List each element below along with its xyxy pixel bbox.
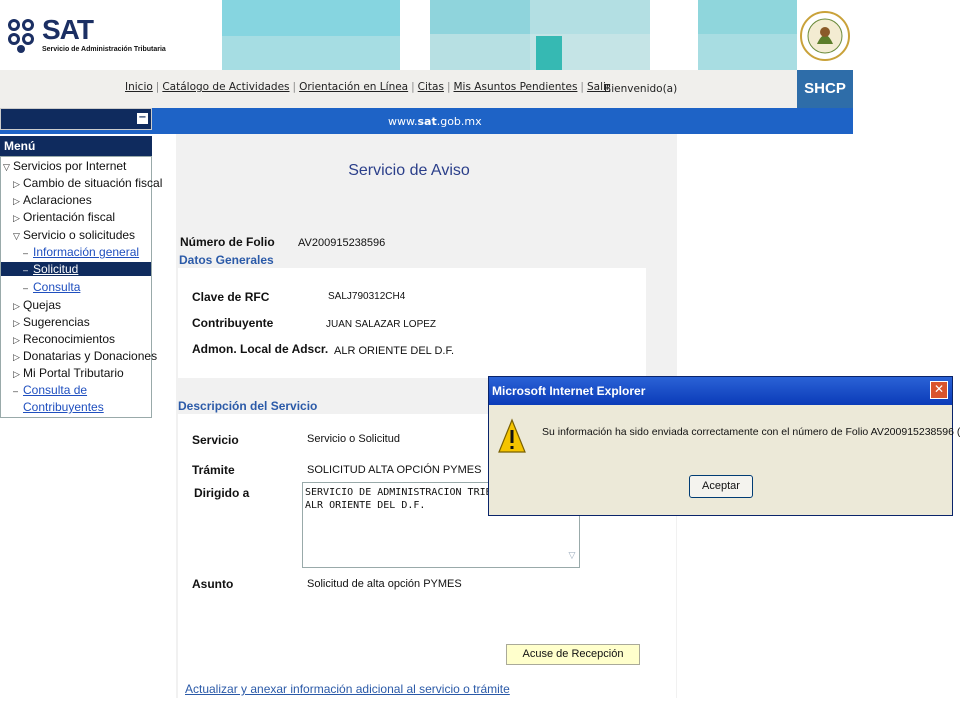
- descripcion-heading: Descripción del Servicio: [178, 399, 318, 413]
- collapsed-icon: ▷: [13, 301, 20, 311]
- logo-subtitle: Servicio de Administración Tributaria: [42, 46, 166, 53]
- acuse-recepcion-button[interactable]: Acuse de Recepción: [506, 644, 640, 665]
- collapsed-icon: ▷: [13, 213, 20, 223]
- folio-value: AV200915238596: [298, 237, 386, 249]
- collapsed-icon: ▷: [13, 318, 20, 328]
- expanded-icon: ▽: [3, 162, 10, 172]
- collapsed-icon: ▷: [13, 369, 20, 379]
- collapsed-icon: ▷: [13, 179, 20, 189]
- header-banner: [168, 0, 797, 70]
- nav-mis-asuntos[interactable]: Mis Asuntos Pendientes: [454, 81, 578, 93]
- servicio-label: Servicio: [192, 433, 239, 447]
- dash-icon: –: [23, 248, 29, 258]
- sidebar-item-cambio-situacion[interactable]: ▷ Cambio de situación fiscal: [13, 176, 162, 190]
- sidebar-item-mi-portal[interactable]: ▷ Mi Portal Tributario: [13, 366, 124, 380]
- sidebar-item-solicitud[interactable]: – Solicitud: [1, 262, 151, 276]
- dash-icon: –: [23, 265, 29, 275]
- contribuyente-value: JUAN SALAZAR LOPEZ: [326, 319, 437, 330]
- aceptar-button[interactable]: Aceptar: [689, 475, 753, 498]
- contribuyente-label: Contribuyente: [192, 316, 274, 330]
- sidebar-item-quejas[interactable]: ▷ Quejas: [13, 298, 61, 312]
- shcp-badge[interactable]: SHCP: [797, 70, 853, 108]
- warning-icon: [498, 418, 526, 453]
- admon-value: ALR ORIENTE DEL D.F.: [334, 345, 455, 357]
- tramite-value: SOLICITUD ALTA OPCIÓN PYMES: [307, 464, 482, 476]
- tramite-label: Trámite: [192, 463, 235, 477]
- page-title: Servicio de Aviso: [348, 162, 470, 179]
- nav-links: Inicio | Catálogo de Actividades | Orientaci…: [125, 81, 611, 93]
- site-url[interactable]: www.sat.gob.mx: [388, 115, 482, 128]
- menu-title: Menú: [0, 136, 152, 156]
- sidebar-item-donatarias[interactable]: ▷ Donatarias y Donaciones: [13, 349, 157, 363]
- folio-label: Número de Folio: [180, 235, 275, 249]
- admon-label: Admon. Local de Adscr.: [192, 342, 329, 356]
- minimize-icon[interactable]: −: [137, 113, 148, 124]
- sidebar-item-consulta[interactable]: – Consulta: [23, 280, 80, 294]
- dialog-message: Su información ha sido enviada correctam…: [542, 426, 960, 438]
- rfc-value: SALJ790312CH4: [328, 291, 406, 302]
- sidebar-item-informacion-general[interactable]: – Información general: [23, 245, 139, 259]
- mexico-seal: [797, 0, 853, 70]
- collapsed-icon: ▷: [13, 196, 20, 206]
- sidebar-item-orientacion-fiscal[interactable]: ▷ Orientación fiscal: [13, 210, 115, 224]
- sidebar-item-contribuyentes[interactable]: Contribuyentes: [23, 400, 104, 414]
- asunto-label: Asunto: [192, 577, 234, 591]
- sidebar-item-aclaraciones[interactable]: ▷ Aclaraciones: [13, 193, 92, 207]
- datos-generales-heading: Datos Generales: [179, 253, 274, 267]
- nav-inicio[interactable]: Inicio: [125, 81, 153, 93]
- welcome-text: Bienvenido(a): [604, 83, 678, 95]
- sidebar-item-servicio-solicitudes[interactable]: ▽ Servicio o solicitudes: [13, 228, 135, 242]
- sat-logo-icon: [8, 19, 34, 53]
- sat-logo[interactable]: SAT Servicio de Administración Tributari…: [0, 0, 168, 70]
- logo-text: SAT: [42, 14, 94, 45]
- collapsed-icon: ▷: [13, 352, 20, 362]
- sidebar-item-consulta-contribuyentes[interactable]: – Consulta de: [13, 383, 87, 397]
- rfc-label: Clave de RFC: [192, 290, 270, 304]
- actualizar-link[interactable]: Actualizar y anexar información adiciona…: [185, 682, 510, 696]
- collapsed-icon: ▷: [13, 335, 20, 345]
- dirigido-label: Dirigido a: [194, 486, 250, 500]
- nav-catalogo[interactable]: Catálogo de Actividades: [162, 81, 289, 93]
- sidebar-item-sugerencias[interactable]: ▷ Sugerencias: [13, 315, 90, 329]
- dialog-title: Microsoft Internet Explorer: [492, 384, 646, 398]
- dash-icon: –: [23, 283, 29, 293]
- dash-icon: –: [13, 386, 19, 396]
- menu-header: [0, 108, 152, 130]
- sidebar-item-reconocimientos[interactable]: ▷ Reconocimientos: [13, 332, 115, 346]
- close-icon[interactable]: ✕: [930, 381, 948, 399]
- asunto-value: Solicitud de alta opción PYMES: [307, 578, 462, 590]
- scroll-down-icon[interactable]: ▽: [566, 551, 578, 565]
- servicio-value: Servicio o Solicitud: [307, 433, 400, 445]
- expanded-icon: ▽: [13, 231, 20, 241]
- sidebar-item-servicios-internet[interactable]: ▽ Servicios por Internet: [3, 159, 126, 173]
- seal-icon: [800, 11, 850, 61]
- nav-citas[interactable]: Citas: [418, 81, 444, 93]
- nav-orientacion[interactable]: Orientación en Línea: [299, 81, 408, 93]
